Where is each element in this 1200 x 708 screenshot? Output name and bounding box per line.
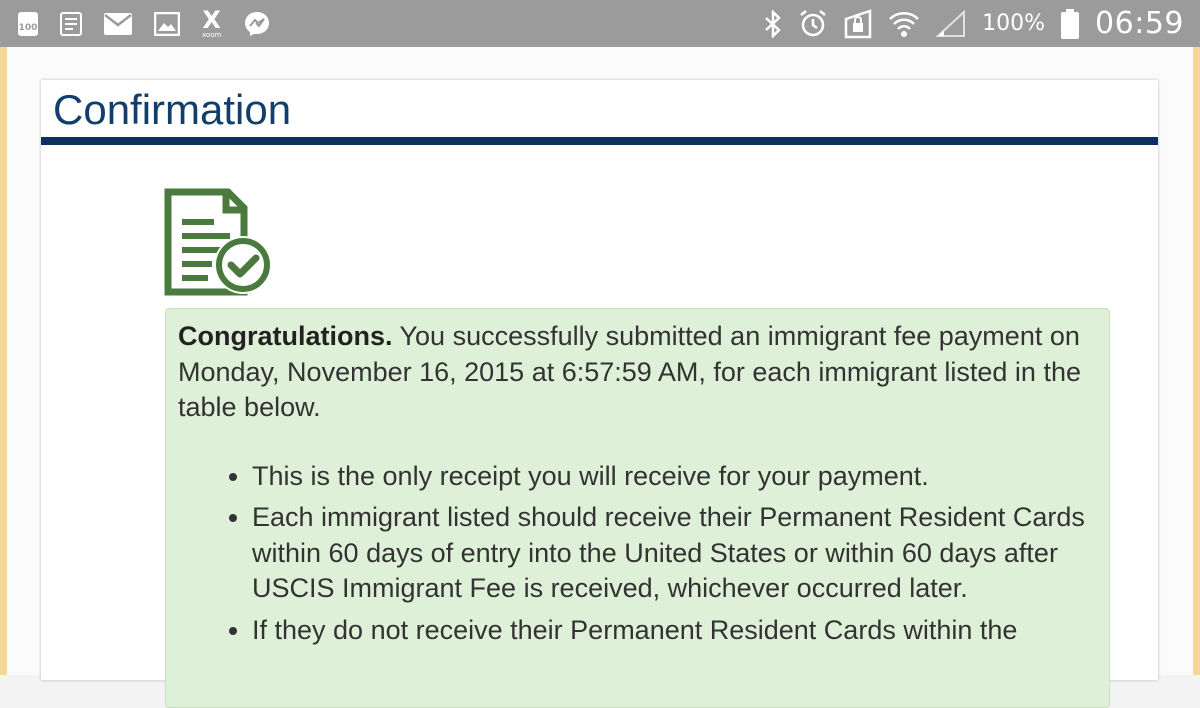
success-message: Congratulations. You successfully submit… (178, 319, 1097, 426)
signal-icon (936, 9, 966, 38)
list-item: If they do not receive their Permanent R… (252, 613, 1097, 649)
bluetooth-icon (764, 9, 782, 38)
success-alert: Congratulations. You successfully submit… (165, 308, 1110, 708)
page-title: Confirmation (53, 86, 292, 133)
battery-percent: 100% (982, 11, 1046, 36)
page-edge-left (0, 47, 7, 675)
document-icon (60, 11, 82, 36)
image-icon (154, 11, 180, 36)
document-check-icon (164, 188, 276, 298)
confirmation-card: Confirmation Congratulations. You succes… (41, 80, 1158, 708)
notification-badge-text: 100 (18, 11, 38, 36)
xoom-icon: X xoom (202, 6, 222, 39)
list-item: Each immigrant listed should receive the… (252, 500, 1097, 607)
status-bar: 100 X xoom 100% 06:59 (0, 0, 1200, 47)
clock: 06:59 (1095, 6, 1184, 41)
notification-icons: 100 X xoom (18, 0, 271, 47)
receipt-notes-list: This is the only receipt you will receiv… (178, 459, 1097, 649)
wifi-icon (888, 9, 920, 39)
mail-icon (104, 12, 132, 35)
badge-100-icon: 100 (18, 11, 38, 36)
xoom-caption: xoom (202, 31, 222, 39)
alarm-icon (798, 9, 828, 39)
messenger-icon (243, 10, 271, 38)
system-icons: 100% 06:59 (764, 0, 1184, 47)
title-divider (41, 137, 1158, 145)
success-lead: Congratulations. (178, 321, 393, 351)
battery-icon (1061, 8, 1080, 39)
page-edge-right (1193, 47, 1200, 675)
list-item: This is the only receipt you will receiv… (252, 459, 1097, 495)
lock-icon (844, 8, 872, 39)
